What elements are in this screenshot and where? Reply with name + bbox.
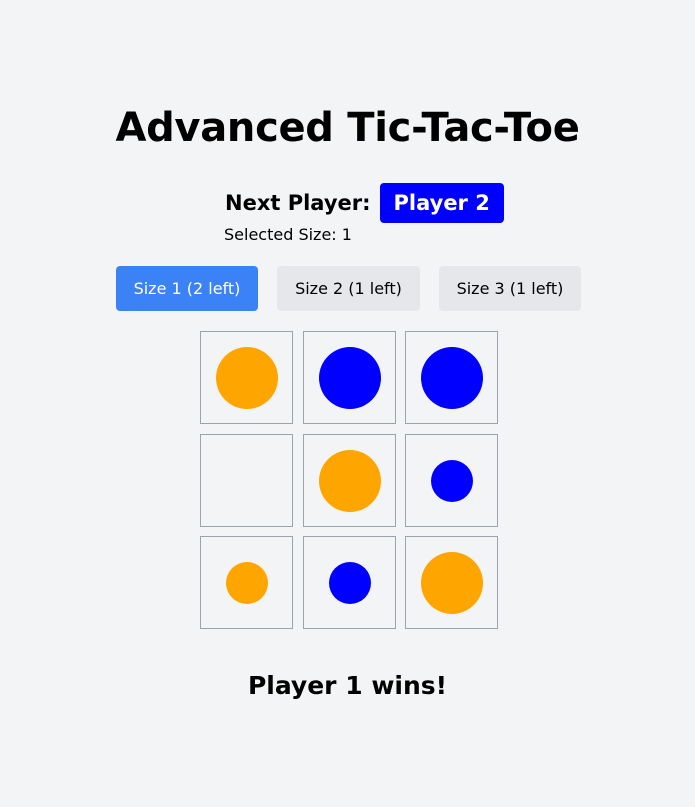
board-cell-0-0[interactable] <box>200 331 293 424</box>
page-title: Advanced Tic-Tac-Toe <box>115 105 580 151</box>
player-1-piece-size-3 <box>420 551 483 614</box>
board-cell-2-1[interactable] <box>303 536 396 629</box>
board-cell-2-0[interactable] <box>200 536 293 629</box>
game-result: Player 1 wins! <box>247 671 448 700</box>
player-1-piece-size-3 <box>318 449 381 512</box>
next-player-label: Next Player: <box>225 191 371 215</box>
size-3-button[interactable]: Size 3 (1 left) <box>439 266 581 311</box>
player-1-piece-size-2 <box>225 561 268 604</box>
board-cell-0-2[interactable] <box>405 331 498 424</box>
board-cell-1-1[interactable] <box>303 434 396 527</box>
board-cell-0-1[interactable] <box>303 331 396 424</box>
board-cell-2-2[interactable] <box>405 536 498 629</box>
size-1-button[interactable]: Size 1 (2 left) <box>116 266 258 311</box>
size-2-button[interactable]: Size 2 (1 left) <box>277 266 420 311</box>
game-board <box>200 331 498 629</box>
player-2-piece-size-3 <box>420 346 483 409</box>
player-2-piece-size-3 <box>318 346 381 409</box>
board-cell-1-0[interactable] <box>200 434 293 527</box>
board-cell-1-2[interactable] <box>405 434 498 527</box>
player-2-piece-size-2 <box>430 459 473 502</box>
selected-size-text: Selected Size: 1 <box>224 225 352 244</box>
player-2-piece-size-2 <box>328 561 371 604</box>
next-player-badge: Player 2 <box>379 183 504 223</box>
next-player-row: Next Player: Player 2 <box>225 183 504 223</box>
player-1-piece-size-3 <box>215 346 278 409</box>
